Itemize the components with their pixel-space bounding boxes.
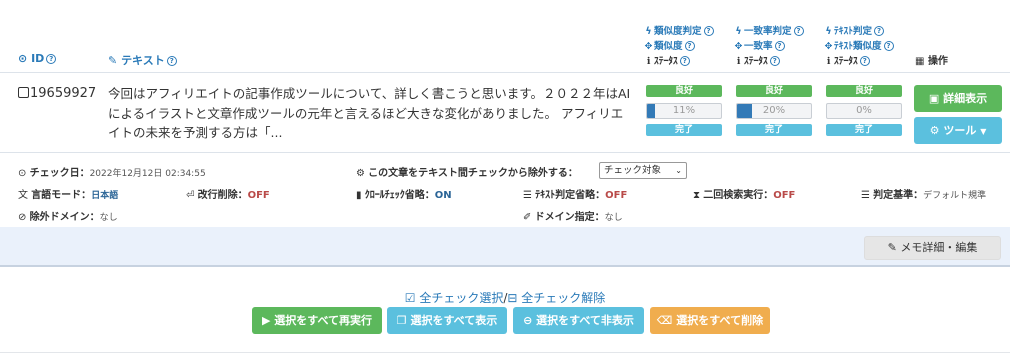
text-progress: 0% [826,103,902,119]
check-square-icon: ☑ [404,291,416,305]
minus-circle-icon: ⊖ [523,314,533,327]
rerun-selected-button[interactable]: ▶ 選択をすべて再実行 [252,307,382,334]
briefcase-icon: ▣ [928,92,940,105]
trash-icon: ⌫ [656,314,673,327]
help-icon[interactable]: ? [46,54,57,64]
criteria: ☰ 判定基準：デフォルト規準 [861,190,987,201]
row-id-cell: 19659927 [18,86,96,101]
match-header: ϟ 一致率判定? ✥ 一致率? ℹ ｽﾃｰﾀｽ? [734,24,804,69]
copy-icon: ❐ [396,314,407,327]
file-icon: ▮ [356,190,362,201]
language-mode: 文 言語モード：日本語 [18,190,119,201]
text-judge-skip: ☰ ﾃｷｽﾄ判定省略：OFF [523,190,628,201]
bulk-selection-links: ☑ 全チェック選択/⊟ 全チェック解除 [404,291,606,305]
domain-spec: ✐ ドメイン指定：なし [523,212,623,223]
info-icon: ℹ [826,56,831,67]
memo-edit-button[interactable]: ✎ メモ詳細・編集 [864,236,1001,260]
double-search: ⧗ 二回検索実行：OFF [693,190,796,201]
exclude-setting: ⚙ この文章をテキスト間チェックから除外する： [356,168,578,179]
delete-selected-button[interactable]: ⌫ 選択をすべて削除 [650,307,770,334]
similarity-progress-fill [647,104,656,118]
text-column-header[interactable]: ✎ テキスト? [108,52,177,68]
row-text: 今回はアフィリエイトの記事作成ツールについて、詳しく書こうと思います。２０２２年… [108,86,631,140]
chevron-down-icon: ⌄ [675,166,682,175]
crosshair-icon: ✥ [734,41,743,52]
bolt-icon: ϟ [735,26,742,37]
id-column-header[interactable]: ⊙ ID? [18,52,57,65]
select-all-link[interactable]: ☑ 全チェック選択 [405,291,504,305]
memo-band [0,227,1010,267]
linebreak-removal: ⏎ 改行削除：OFF [186,190,270,201]
help-icon[interactable]: ? [679,56,690,66]
help-icon[interactable]: ? [703,26,714,36]
bolt-icon: ϟ [825,26,832,37]
help-icon[interactable]: ? [769,56,780,66]
pen-icon: ✐ [523,212,532,223]
minus-square-icon: ⊟ [507,291,518,305]
edit-icon: ✎ [887,241,897,254]
similarity-done-badge: 完了 [646,124,722,136]
info-icon: ℹ [736,56,741,67]
help-icon[interactable]: ? [883,41,894,51]
text-done-badge: 完了 [826,124,902,136]
hourglass-icon: ⧗ [693,190,701,201]
match-progress: 20% [736,103,812,119]
crosshair-icon: ✥ [644,41,653,52]
play-square-icon: ▶ [261,314,271,327]
clock-icon: ⊙ [18,168,27,179]
database-icon: ☰ [861,190,870,201]
gears-icon: ⚙ [929,124,940,137]
text-status-badge: 良好 [826,85,902,97]
help-icon[interactable]: ? [859,56,870,66]
crosshair-icon: ✥ [824,41,833,52]
match-done-badge: 完了 [736,124,812,136]
similarity-progress: 11% [646,103,722,119]
database-icon: ☰ [523,190,532,201]
match-status-badge: 良好 [736,85,812,97]
hide-selected-button[interactable]: ⊖ 選択をすべて非表示 [513,307,644,334]
show-selected-button[interactable]: ❐ 選択をすべて表示 [387,307,507,334]
row-divider [0,152,1010,153]
bolt-icon: ϟ [645,26,652,37]
target-icon: ⊙ [18,52,28,65]
help-icon[interactable]: ? [166,56,177,66]
excluded-domain: ⊘ 除外ドメイン：なし [18,212,118,223]
edit-icon: ✎ [108,54,118,67]
deselect-all-link[interactable]: ⊟ 全チェック解除 [507,291,605,305]
exclude-select[interactable]: チェック対象 ⌄ [599,162,687,179]
crawl-check-skip: ▮ ｸﾛｰﾙﾁｪｯｸ省略：ON [356,190,452,201]
caret-down-icon: ▼ [980,127,987,136]
gear-icon: ⚙ [356,168,365,179]
help-icon[interactable]: ? [874,26,885,36]
check-date: ⊙ チェック日：2022年12月12日 02:34:55 [18,168,206,179]
row-checkbox[interactable] [18,87,29,98]
linebreak-icon: ⏎ [186,190,195,201]
bottom-divider [0,352,1010,353]
match-progress-fill [737,104,752,118]
info-icon: ℹ [646,56,651,67]
detail-view-button[interactable]: ▣ 詳細表示 [914,85,1002,112]
similarity-header: ϟ 類似度判定? ✥ 類似度? ℹ ｽﾃｰﾀｽ? [644,24,714,69]
help-icon[interactable]: ? [793,26,804,36]
header-divider [0,72,1010,73]
tool-dropdown-button[interactable]: ⚙ ツール ▼ [914,117,1002,144]
text-check-header: ϟ ﾃｷｽﾄ判定? ✥ ﾃｷｽﾄ類似度? ℹ ｽﾃｰﾀｽ? [824,24,894,69]
language-icon: 文 [18,190,28,201]
help-icon[interactable]: ? [774,41,785,51]
ops-column-header: ▦ 操作 [915,56,948,67]
similarity-status-badge: 良好 [646,85,722,97]
help-icon[interactable]: ? [684,41,695,51]
ban-icon: ⊘ [18,212,27,223]
table-icon: ▦ [915,56,925,67]
